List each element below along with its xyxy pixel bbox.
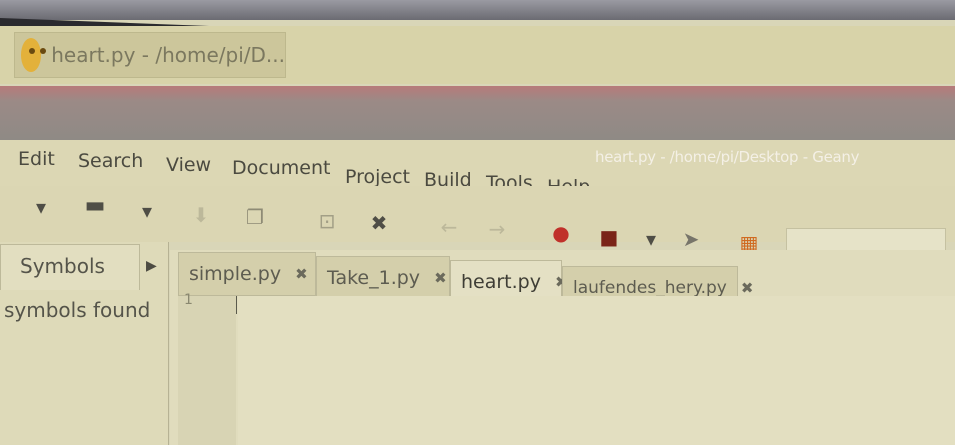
line-number-gutter xyxy=(178,296,236,445)
symbols-message: symbols found xyxy=(4,298,151,322)
text-cursor xyxy=(236,296,237,314)
tab-label: laufendes_hery.py xyxy=(573,278,727,298)
sidebar-next-tab-arrow-icon[interactable]: ▶ xyxy=(146,258,157,274)
save-all-icon[interactable]: ❐ xyxy=(242,204,268,230)
window-titlebar[interactable] xyxy=(0,86,955,146)
tab-close-icon[interactable]: ✖ xyxy=(741,279,754,297)
menu-project[interactable]: Project xyxy=(345,166,410,188)
open-folder-icon[interactable]: ▬ xyxy=(82,192,108,218)
open-dropdown-arrow-icon[interactable]: ▾ xyxy=(134,198,160,224)
menu-edit[interactable]: Edit xyxy=(18,148,55,170)
menu-view[interactable]: View xyxy=(166,154,211,176)
menu-search[interactable]: Search xyxy=(78,150,143,172)
new-dropdown-arrow-icon[interactable]: ▾ xyxy=(28,194,54,220)
code-editor[interactable] xyxy=(238,296,955,445)
geany-app-icon xyxy=(21,38,47,72)
tab-take-1-py[interactable]: Take_1.py ✖ xyxy=(316,256,450,300)
build-dropdown-arrow-icon[interactable]: ▾ xyxy=(638,226,664,252)
window-title: heart.py - /home/pi/Desktop - Geany xyxy=(595,148,860,166)
tab-close-icon[interactable]: ✖ xyxy=(295,265,308,283)
close-file-icon[interactable]: ✖ xyxy=(366,210,392,236)
tab-close-icon[interactable]: ✖ xyxy=(434,269,447,287)
tab-label: simple.py xyxy=(189,263,282,285)
line-number: 1 xyxy=(184,292,193,308)
tab-label: Take_1.py xyxy=(327,267,421,289)
back-arrow-icon[interactable]: ← xyxy=(436,214,462,240)
tab-label: heart.py xyxy=(461,271,541,293)
save-icon[interactable]: ⬇ xyxy=(188,202,214,228)
menu-document[interactable]: Document xyxy=(232,157,330,179)
taskbar: heart.py - /home/pi/D... xyxy=(0,26,955,84)
revert-icon[interactable]: ⊡ xyxy=(314,208,340,234)
monitor-bezel xyxy=(0,0,955,20)
execute-icon[interactable]: ➤ xyxy=(678,226,704,252)
symbols-tab-label: Symbols xyxy=(20,254,105,278)
taskbar-window-label: heart.py - /home/pi/D... xyxy=(51,43,285,67)
compile-icon[interactable]: ● xyxy=(548,220,574,246)
forward-arrow-icon[interactable]: → xyxy=(484,216,510,242)
build-icon[interactable]: ■ xyxy=(596,224,622,250)
tab-simple-py[interactable]: simple.py ✖ xyxy=(178,252,316,296)
taskbar-window-button[interactable]: heart.py - /home/pi/D... xyxy=(14,32,286,78)
